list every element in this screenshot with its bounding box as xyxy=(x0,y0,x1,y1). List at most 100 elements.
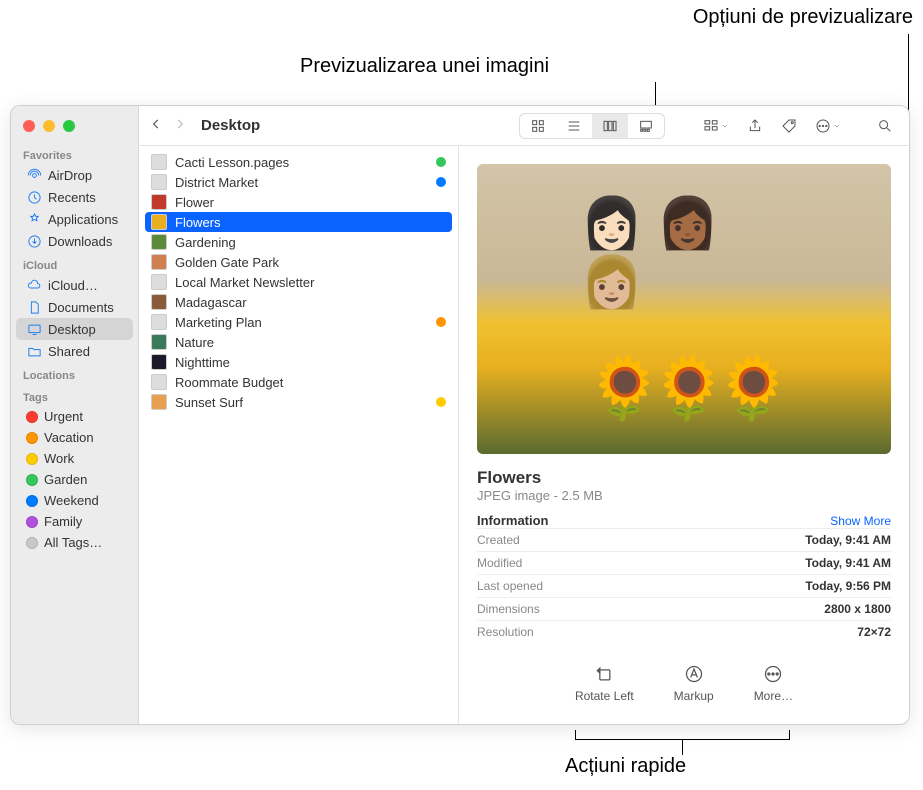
preview-image[interactable] xyxy=(477,164,891,454)
file-item[interactable]: Madagascar xyxy=(139,292,458,312)
file-thumb-icon xyxy=(151,374,167,390)
file-item[interactable]: Cacti Lesson.pages xyxy=(139,152,458,172)
sidebar-tag-vacation[interactable]: Vacation xyxy=(16,427,133,448)
view-gallery-button[interactable] xyxy=(628,114,664,138)
search-button[interactable] xyxy=(871,114,899,138)
apps-icon xyxy=(26,211,42,227)
file-item[interactable]: Golden Gate Park xyxy=(139,252,458,272)
file-thumb-icon xyxy=(151,354,167,370)
finder-window: Favorites AirDrop Recents Applications D… xyxy=(10,105,910,725)
info-label: Resolution xyxy=(477,625,534,639)
callout-quick-actions: Acțiuni rapide xyxy=(565,755,686,778)
show-more-button[interactable]: Show More xyxy=(830,514,891,528)
info-value: 2800 x 1800 xyxy=(824,602,891,616)
sidebar-item-documents[interactable]: Documents xyxy=(16,296,133,318)
sidebar-item-label: Shared xyxy=(48,344,90,359)
action-label: Markup xyxy=(674,689,714,703)
file-tag-icon xyxy=(436,157,446,167)
file-name: Flowers xyxy=(175,215,221,230)
file-thumb-icon xyxy=(151,274,167,290)
sidebar-tag-urgent[interactable]: Urgent xyxy=(16,406,133,427)
file-thumb-icon xyxy=(151,214,167,230)
file-name: Nature xyxy=(175,335,214,350)
forward-button[interactable] xyxy=(173,117,187,134)
file-item[interactable]: District Market xyxy=(139,172,458,192)
clock-icon xyxy=(26,189,42,205)
file-item[interactable]: Marketing Plan xyxy=(139,312,458,332)
sidebar-item-desktop[interactable]: Desktop xyxy=(16,318,133,340)
sidebar-tag-work[interactable]: Work xyxy=(16,448,133,469)
rotate-icon xyxy=(593,663,615,685)
sidebar-tag-garden[interactable]: Garden xyxy=(16,469,133,490)
sidebar-group-favorites: Favorites xyxy=(11,142,138,164)
sidebar-item-icloud[interactable]: iCloud… xyxy=(16,274,133,296)
close-button[interactable] xyxy=(23,120,35,132)
file-item[interactable]: Local Market Newsletter xyxy=(139,272,458,292)
sidebar-item-shared[interactable]: Shared xyxy=(16,340,133,362)
file-name: Local Market Newsletter xyxy=(175,275,314,290)
file-name: Madagascar xyxy=(175,295,247,310)
sidebar-tag-all[interactable]: All Tags… xyxy=(16,532,133,553)
file-thumb-icon xyxy=(151,294,167,310)
file-thumb-icon xyxy=(151,174,167,190)
callout-preview-options: Opțiuni de previzualizare xyxy=(693,6,913,29)
download-icon xyxy=(26,233,42,249)
sidebar-item-downloads[interactable]: Downloads xyxy=(16,230,133,252)
desktop-icon xyxy=(26,321,42,337)
sidebar-item-recents[interactable]: Recents xyxy=(16,186,133,208)
info-value: Today, 9:56 PM xyxy=(805,579,891,593)
info-value: Today, 9:41 AM xyxy=(805,533,891,547)
file-item[interactable]: Flower xyxy=(139,192,458,212)
sidebar: Favorites AirDrop Recents Applications D… xyxy=(11,106,139,724)
file-name: Flower xyxy=(175,195,214,210)
file-item[interactable]: Roommate Budget xyxy=(139,372,458,392)
sidebar-item-label: Recents xyxy=(48,190,96,205)
action-label: More… xyxy=(754,689,793,703)
tag-dot-icon xyxy=(26,453,38,465)
doc-icon xyxy=(26,299,42,315)
back-button[interactable] xyxy=(149,117,163,134)
markup-button[interactable]: Markup xyxy=(674,663,714,703)
preview-title: Flowers xyxy=(477,468,891,488)
file-name: District Market xyxy=(175,175,258,190)
view-icon-button[interactable] xyxy=(520,114,556,138)
window-controls xyxy=(11,110,138,142)
more-button[interactable]: More… xyxy=(754,663,793,703)
toolbar: Desktop xyxy=(139,106,909,146)
file-thumb-icon xyxy=(151,234,167,250)
view-column-button[interactable] xyxy=(592,114,628,138)
tags-button[interactable] xyxy=(775,114,803,138)
file-tag-icon xyxy=(436,397,446,407)
view-list-button[interactable] xyxy=(556,114,592,138)
file-item[interactable]: Nighttime xyxy=(139,352,458,372)
sidebar-tag-family[interactable]: Family xyxy=(16,511,133,532)
sidebar-item-label: Weekend xyxy=(44,493,99,508)
quick-actions: Rotate Left Markup More… xyxy=(477,663,891,703)
sidebar-item-label: Applications xyxy=(48,212,118,227)
file-item[interactable]: Gardening xyxy=(139,232,458,252)
action-button[interactable] xyxy=(809,114,847,138)
group-by-button[interactable] xyxy=(697,114,735,138)
sidebar-item-label: All Tags… xyxy=(44,535,102,550)
file-thumb-icon xyxy=(151,334,167,350)
file-item-selected[interactable]: Flowers xyxy=(145,212,452,232)
tag-dot-icon xyxy=(26,537,38,549)
sidebar-item-label: Vacation xyxy=(44,430,94,445)
share-button[interactable] xyxy=(741,114,769,138)
action-label: Rotate Left xyxy=(575,689,634,703)
view-mode-segmented xyxy=(519,113,665,139)
sidebar-item-label: Urgent xyxy=(44,409,83,424)
file-name: Golden Gate Park xyxy=(175,255,279,270)
tag-dot-icon xyxy=(26,432,38,444)
file-list-column: Cacti Lesson.pages District Market Flowe… xyxy=(139,146,459,724)
nav-buttons xyxy=(149,117,187,134)
sidebar-item-applications[interactable]: Applications xyxy=(16,208,133,230)
sidebar-item-airdrop[interactable]: AirDrop xyxy=(16,164,133,186)
file-item[interactable]: Sunset Surf xyxy=(139,392,458,412)
sidebar-tag-weekend[interactable]: Weekend xyxy=(16,490,133,511)
rotate-left-button[interactable]: Rotate Left xyxy=(575,663,634,703)
file-name: Roommate Budget xyxy=(175,375,283,390)
file-item[interactable]: Nature xyxy=(139,332,458,352)
minimize-button[interactable] xyxy=(43,120,55,132)
fullscreen-button[interactable] xyxy=(63,120,75,132)
